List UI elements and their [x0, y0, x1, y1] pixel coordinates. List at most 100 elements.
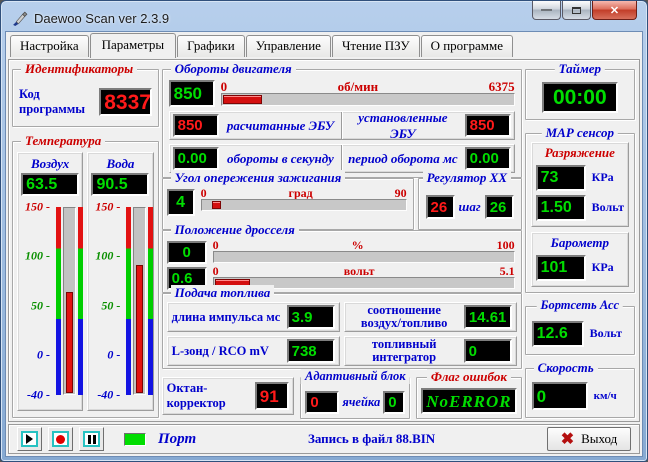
- adaptive-block-display: 0: [305, 390, 340, 414]
- pulse-length-label: длина импульса мс: [171, 309, 281, 324]
- board-net-title: Бортсеть Асс: [536, 297, 624, 313]
- air-thermometer: 150 - 100 - 50 - 0 - -40 -: [20, 198, 83, 406]
- ignition-angle-marker: [211, 201, 221, 209]
- angle-scale-max: 90: [394, 186, 407, 200]
- play-button[interactable]: [17, 427, 42, 451]
- ignition-angle-display: 4: [166, 189, 195, 216]
- thermometer-tick--40: -40 -: [97, 387, 121, 402]
- identifiers-title: Идентификаторы: [21, 61, 138, 77]
- middle-column: Обороты двигателя 850 0 об/мин 6375 850 …: [161, 61, 522, 419]
- idle-regulator-group: Регулятор ХХ 26 шаг 26: [417, 170, 522, 230]
- tab-page-parameters: Идентификаторы Код программы 8337 Темпер…: [8, 59, 640, 422]
- status-bar: Порт Запись в файл 88.BIN ✖ Выход: [8, 424, 640, 454]
- ignition-angle-title: Угол опережения зажигания: [170, 170, 346, 186]
- pulse-length-display: 3.9: [286, 305, 335, 329]
- vacuum-panel: Разряжение 73 КРа 1.50 Вольт: [530, 141, 629, 227]
- throttle-percent-display: 0: [166, 241, 207, 264]
- rps-label: обороты в секунду: [227, 150, 334, 166]
- rpm-progress-bar: [220, 93, 515, 106]
- map-sensor-group: МАР сенсор Разряжение 73 КРа 1.50 Вольт: [524, 124, 635, 293]
- adaptive-cell-display: 0: [383, 390, 406, 414]
- vacuum-volt-display: 1.50: [535, 194, 586, 221]
- port-led-indicator: [124, 432, 146, 446]
- water-thermometer: 150 - 100 - 50 - 0 - -40 -: [90, 198, 154, 406]
- record-button[interactable]: [48, 427, 73, 451]
- barometer-kpa-unit: КРа: [591, 260, 614, 275]
- tab-parametry[interactable]: Параметры: [89, 33, 177, 58]
- octane-corrector-display: 91: [254, 382, 290, 410]
- vacuum-kpa-unit: КРа: [591, 170, 614, 185]
- exit-button[interactable]: ✖ Выход: [547, 427, 631, 451]
- idle-regulator-current-display: 26: [425, 195, 455, 219]
- thermometer-channel: [133, 207, 147, 395]
- water-label: Вода: [106, 156, 135, 171]
- left-column: Идентификаторы Код программы 8337 Темпер…: [12, 61, 159, 418]
- throttle-percent-bar: [212, 251, 515, 263]
- speed-display: 0: [531, 382, 588, 411]
- air-fuel-ratio-panel: соотношение воздух/топливо 14.61: [343, 302, 517, 332]
- barometer-kpa-display: 101: [535, 254, 586, 281]
- throttle-volts-unit: вольт: [343, 264, 375, 278]
- map-sensor-title: МАР сенсор: [541, 124, 619, 141]
- temperature-group: Температура Воздух 63.5 150 - 100 - 50 - 0 …: [12, 133, 159, 418]
- maximize-icon: [572, 6, 581, 14]
- rpm-display: 850: [168, 80, 215, 107]
- tab-chtenie-pzu[interactable]: Чтение ПЗУ: [331, 35, 420, 57]
- record-file-text: Запись в файл 88.BIN: [307, 431, 436, 446]
- period-label: период оборота мс: [348, 150, 458, 166]
- fuel-integrator-label: топливный интегратор: [371, 337, 437, 364]
- thermometer-tick--40: -40 -: [27, 387, 50, 402]
- lambda-label: L-зонд / RCO mV: [171, 343, 269, 358]
- pause-button[interactable]: [79, 427, 104, 451]
- octane-corrector-panel: Октан-корректор 91: [161, 377, 295, 415]
- thermometer-tick-100: 100 -: [25, 248, 50, 263]
- thermometer-channel: [63, 207, 76, 395]
- exit-x-icon: ✖: [560, 431, 575, 448]
- tab-nastroyka[interactable]: Настройка: [10, 35, 89, 57]
- maximize-button[interactable]: [562, 1, 591, 20]
- period-display: 0.00: [464, 147, 511, 170]
- close-button[interactable]: ✕: [592, 1, 637, 20]
- timer-title: Таймер: [554, 61, 606, 77]
- water-mercury-bar: [136, 265, 144, 393]
- tab-upravlenie[interactable]: Управление: [245, 35, 331, 57]
- tab-o-programme[interactable]: О программе: [420, 35, 513, 57]
- thermometer-band: [126, 207, 132, 395]
- thermometer-band: [56, 207, 61, 395]
- angle-scale-min: 0: [200, 186, 207, 200]
- thermometer-band: [148, 207, 154, 395]
- tab-grafiki[interactable]: Графики: [177, 35, 245, 57]
- rpm-ecu-row: 850 расчитанные ЭБУ установленные ЭБУ 85…: [168, 109, 515, 141]
- fuel-integrator-display: 0: [463, 339, 512, 363]
- fuel-supply-title: Подача топлива: [170, 285, 275, 301]
- air-mercury-bar: [66, 291, 73, 393]
- minimize-button[interactable]: —: [532, 1, 561, 20]
- idle-regulator-title: Регулятор ХХ: [422, 170, 511, 186]
- record-icon: [56, 434, 65, 444]
- thermometer-tick-0: 0 -: [107, 347, 121, 362]
- air-fuel-ratio-display: 14.61: [463, 305, 512, 329]
- pulse-length-panel: длина импульса мс 3.9: [166, 302, 340, 332]
- right-column: Таймер 00:00 МАР сенсор Разряжение 73 КР…: [524, 61, 636, 418]
- program-code-label: Код программы: [19, 87, 86, 116]
- rpm-set-label: установленные ЭБУ: [358, 109, 448, 141]
- error-flag-title: Флаг ошибок: [426, 369, 511, 385]
- temperature-title: Температура: [21, 133, 106, 149]
- vacuum-volt-unit: Вольт: [591, 200, 624, 215]
- dialog-body: Настройка Параметры Графики Управление Ч…: [5, 31, 643, 457]
- adaptive-block-group: Адаптивный блок 0 ячейка 0: [300, 369, 411, 419]
- identifiers-group: Идентификаторы Код программы 8337: [12, 61, 159, 127]
- water-temperature-display: 90.5: [91, 173, 150, 196]
- water-thermometer-scale: 150 - 100 - 50 - 0 - -40 -: [90, 200, 121, 402]
- throttle-volts-min: 0: [212, 264, 219, 278]
- tab-strip: Настройка Параметры Графики Управление Ч…: [6, 32, 642, 58]
- fuel-integrator-panel: топливный интегратор 0: [343, 336, 517, 366]
- title-bar[interactable]: Daewoo Scan ver 2.3.9 — ✕: [5, 1, 643, 31]
- rpm-progress-fill: [222, 95, 262, 104]
- throttle-percent-unit: %: [351, 238, 364, 252]
- rpm-calculated-display: 850: [172, 114, 219, 137]
- rpm-set-display: 850: [464, 114, 511, 137]
- board-net-unit: Вольт: [589, 326, 622, 341]
- speed-group: Скорость 0 км/ч: [524, 360, 635, 418]
- thermometer-tick-50: 50 -: [101, 298, 121, 313]
